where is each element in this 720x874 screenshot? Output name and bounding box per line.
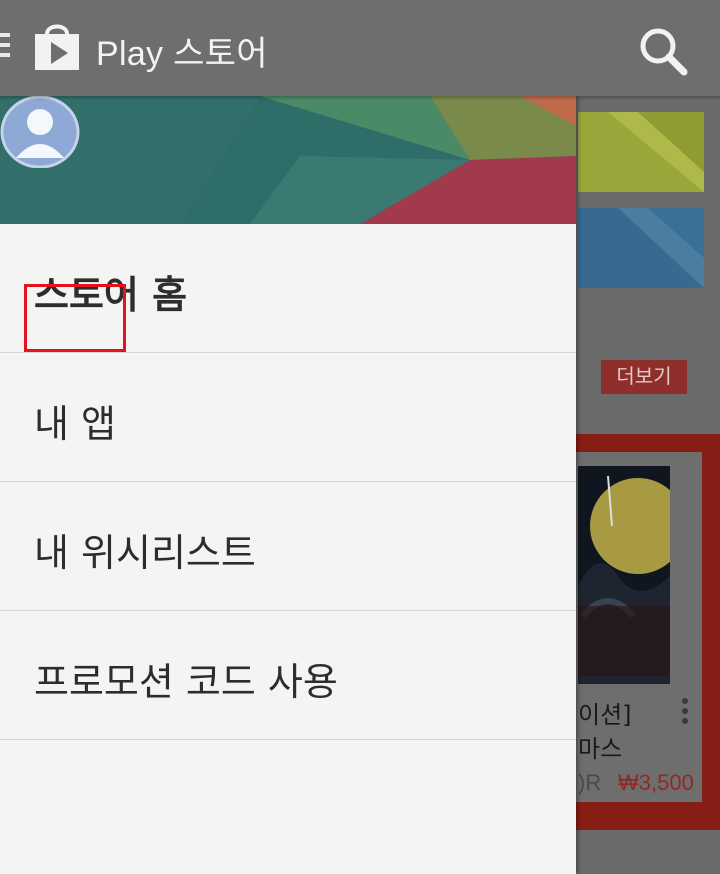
- search-icon[interactable]: [636, 24, 690, 78]
- movie-poster: [578, 466, 670, 684]
- overflow-menu-icon[interactable]: [682, 698, 692, 730]
- navigation-drawer: 스토어 홈 내 앱 내 위시리스트 프로모션 코드 사용: [0, 96, 576, 874]
- avatar-icon[interactable]: [0, 96, 80, 168]
- app-title: Play 스토어: [96, 35, 268, 73]
- drawer-item-label: 프로모션 코드 사용: [34, 660, 338, 704]
- movie-title: 이션] 마스: [578, 701, 632, 763]
- promo-banner-2[interactable]: [578, 208, 704, 288]
- play-store-bag-icon[interactable]: [33, 20, 81, 72]
- drawer-item-wishlist[interactable]: 내 위시리스트: [0, 482, 576, 611]
- promo-banner-1[interactable]: [578, 112, 704, 192]
- more-button[interactable]: 더보기: [601, 360, 687, 394]
- drawer-item-my-apps[interactable]: 내 앱: [0, 353, 576, 482]
- header-pattern: [0, 96, 576, 224]
- original-price: )R: [578, 770, 602, 795]
- action-bar: Play 스토어: [0, 0, 720, 96]
- drawer-item-redeem-promo[interactable]: 프로모션 코드 사용: [0, 611, 576, 740]
- drawer-item-label: 내 위시리스트: [34, 531, 256, 575]
- menu-icon[interactable]: [0, 33, 10, 61]
- drawer-item-label: 내 앱: [34, 402, 116, 446]
- highlight-box: [24, 284, 126, 352]
- drawer-header: [0, 96, 576, 224]
- movie-price: ₩3,500: [618, 770, 694, 795]
